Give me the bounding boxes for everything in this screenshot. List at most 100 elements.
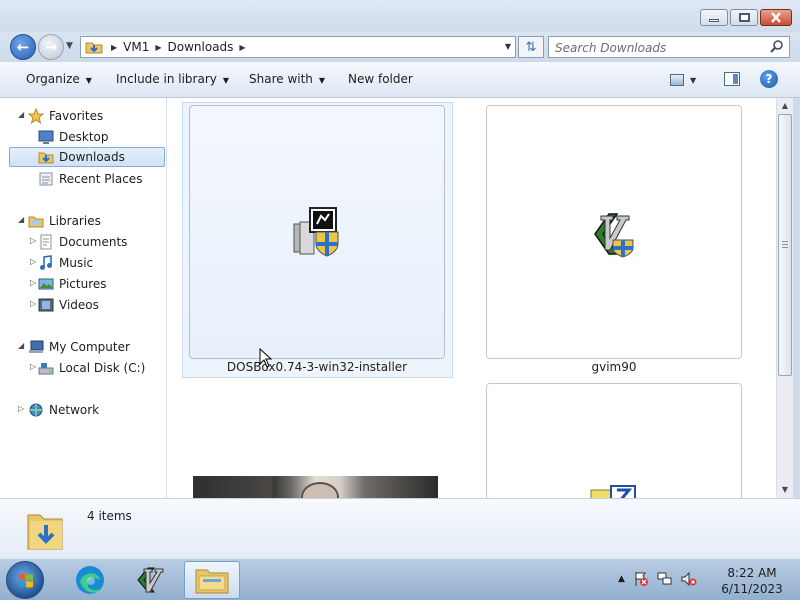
include-in-library-label: Include in library [116, 72, 217, 86]
system-tray: ▲ [618, 571, 697, 587]
nav-my-computer[interactable]: My Computer [28, 337, 130, 357]
hard-drive-icon [38, 363, 54, 375]
recent-places-icon [39, 172, 53, 186]
include-in-library-button[interactable]: Include in library ▼ [116, 72, 229, 86]
help-icon: ? [765, 72, 773, 86]
breadcrumb-separator-icon[interactable]: ▶ [111, 43, 117, 52]
file-thumbnail[interactable] [189, 105, 445, 359]
expand-arrow-icon[interactable]: ▷ [30, 257, 36, 266]
search-input[interactable] [555, 40, 763, 55]
taskbar-edge[interactable] [62, 561, 118, 599]
chevron-down-icon: ▼ [318, 76, 326, 85]
expand-arrow-icon[interactable]: ▷ [18, 404, 24, 413]
nav-network[interactable]: Network [28, 400, 99, 420]
volume-muted-icon[interactable] [681, 571, 697, 587]
nav-favorites[interactable]: Favorites [28, 106, 103, 126]
forward-button[interactable]: → [38, 34, 64, 60]
expand-arrow-icon[interactable]: ▷ [30, 278, 36, 287]
back-button[interactable]: ← [10, 34, 36, 60]
expand-arrow-icon[interactable]: ◢ [18, 341, 24, 350]
nav-music[interactable]: Music [38, 253, 93, 273]
navigation-pane: ◢ Favorites Desktop Downloads Recent Pla… [0, 98, 167, 498]
chevron-down-icon: ▼ [690, 75, 697, 85]
breadcrumb-vm1[interactable]: VM1 [123, 40, 149, 54]
mouse-cursor-icon [259, 348, 273, 368]
expand-arrow-icon[interactable]: ▷ [30, 362, 36, 371]
nav-documents[interactable]: Documents [38, 232, 127, 252]
nav-downloads-label: Downloads [59, 150, 125, 164]
desktop-icon [38, 130, 54, 144]
downloads-folder-icon [27, 514, 63, 550]
view-icon [670, 74, 684, 86]
file-name[interactable]: DOSBox0.74-3-win32-installer [189, 360, 445, 374]
grip-icon [782, 241, 788, 248]
file-view: DOSBox0.74-3-win32-installer gvim90 [168, 98, 776, 498]
vertical-scrollbar[interactable]: ▲ ▼ [776, 98, 793, 498]
action-center-flag-icon[interactable] [633, 571, 649, 587]
refresh-button[interactable]: ⇅ [518, 36, 544, 58]
vim-icon [137, 567, 164, 593]
change-view-button[interactable]: ▼ [670, 72, 706, 88]
nav-downloads[interactable]: Downloads [9, 147, 165, 167]
recent-pages-button[interactable]: ▼ [66, 41, 76, 51]
preview-pane-button[interactable] [724, 72, 740, 86]
details-pane: 4 items [0, 498, 800, 558]
show-hidden-icons-icon[interactable]: ▲ [618, 574, 625, 584]
edge-icon [76, 566, 104, 594]
nav-recent-places[interactable]: Recent Places [38, 169, 142, 189]
photo-thumbnail[interactable] [193, 476, 438, 498]
command-bar: Organize ▼ Include in library ▼ Share with… [0, 62, 800, 98]
nav-libraries[interactable]: Libraries [28, 211, 101, 231]
file-thumbnail[interactable] [486, 105, 742, 359]
nav-recent-places-label: Recent Places [59, 172, 143, 186]
item-count: 4 items [87, 509, 132, 523]
expand-arrow-icon[interactable]: ▷ [30, 236, 36, 245]
organize-button[interactable]: Organize ▼ [26, 72, 92, 86]
maximize-button[interactable] [730, 9, 758, 26]
nav-desktop[interactable]: Desktop [38, 127, 109, 147]
help-button[interactable]: ? [760, 70, 778, 88]
nav-local-disk[interactable]: Local Disk (C:) [38, 358, 145, 378]
expand-arrow-icon[interactable]: ◢ [18, 110, 24, 119]
nav-pictures[interactable]: Pictures [38, 274, 107, 294]
search-icon[interactable] [769, 39, 785, 55]
scroll-thumb[interactable] [778, 114, 792, 376]
scroll-up-button[interactable]: ▲ [777, 98, 793, 114]
address-bar[interactable]: ▶ VM1 ▶ Downloads ▶ ▼ [80, 36, 516, 58]
window-border [793, 98, 800, 498]
downloads-folder-icon [38, 152, 54, 164]
chevron-down-icon: ▼ [66, 41, 73, 51]
search-box[interactable] [548, 36, 790, 58]
caption-buttons [700, 9, 792, 26]
close-button[interactable] [760, 9, 792, 26]
new-folder-button[interactable]: New folder [348, 72, 413, 86]
refresh-icon: ⇅ [525, 39, 537, 55]
minimize-button[interactable] [700, 9, 728, 26]
network-tray-icon[interactable] [657, 571, 673, 587]
network-icon [29, 403, 43, 417]
breadcrumb-downloads[interactable]: Downloads [168, 40, 234, 54]
address-dropdown-icon[interactable]: ▼ [505, 42, 511, 51]
expand-arrow-icon[interactable]: ◢ [18, 215, 24, 224]
expand-arrow-icon[interactable]: ▷ [30, 299, 36, 308]
title-bar [0, 0, 800, 32]
breadcrumb-separator-icon[interactable]: ▶ [239, 43, 245, 52]
start-button[interactable] [6, 561, 44, 599]
nav-favorites-label: Favorites [49, 109, 104, 123]
taskbar-clock[interactable]: 8:22 AM 6/11/2023 [716, 565, 788, 597]
share-with-button[interactable]: Share with ▼ [249, 72, 325, 86]
explorer-icon [195, 569, 229, 594]
taskbar-explorer[interactable] [184, 561, 240, 599]
taskbar-vim[interactable] [122, 561, 178, 599]
file-name[interactable]: gvim90 [486, 360, 742, 374]
nav-network-label: Network [49, 403, 100, 417]
nav-videos[interactable]: Videos [38, 295, 99, 315]
7zip-installer-icon [590, 485, 636, 498]
file-thumbnail[interactable] [486, 383, 742, 498]
forward-arrow-icon: → [44, 38, 58, 56]
nav-libraries-label: Libraries [49, 214, 101, 228]
nav-desktop-label: Desktop [59, 130, 109, 144]
breadcrumb-separator-icon[interactable]: ▶ [155, 43, 161, 52]
scroll-down-button[interactable]: ▼ [777, 482, 793, 498]
libraries-icon [28, 216, 44, 228]
